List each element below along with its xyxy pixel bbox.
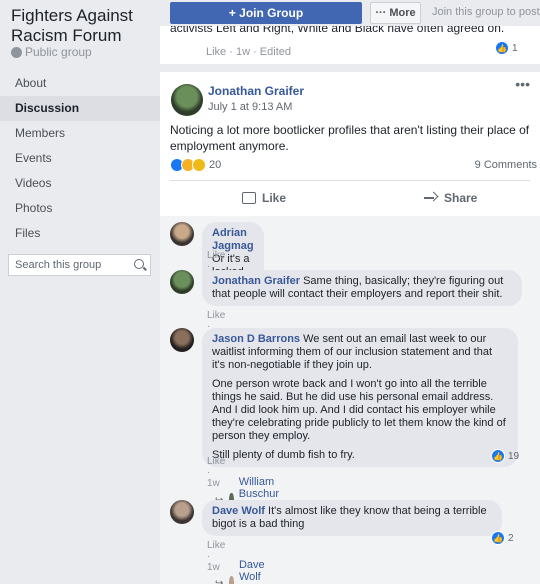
group-name[interactable]: Fighters Against Racism Forum	[11, 6, 157, 46]
post-author[interactable]: Jonathan Graifer	[208, 84, 304, 98]
group-sidebar: Fighters Against Racism Forum Public gro…	[0, 0, 160, 584]
comment-paragraph: Still plenty of dumb fish to fry.	[212, 449, 355, 461]
nav-item-photos[interactable]: Photos	[0, 196, 160, 221]
sad-reaction-icon	[192, 158, 206, 172]
comment-reaction-count[interactable]: 👍 2	[491, 531, 514, 545]
nav-item-about[interactable]: About	[0, 71, 160, 96]
replies-label: Dave Wolf replied · 4 Replies	[238, 559, 279, 584]
group-actions-bar: + Join Group ··· More Join this group to…	[170, 2, 540, 24]
comment-reaction-count[interactable]: 👍 19	[491, 449, 519, 463]
privacy-label: Public group	[25, 45, 92, 59]
divider	[170, 180, 530, 181]
previous-reaction-count[interactable]: 👍 1	[495, 41, 518, 55]
search-icon[interactable]	[134, 259, 144, 269]
avatar[interactable]	[170, 222, 194, 246]
commenter-name[interactable]: Dave Wolf	[212, 505, 265, 517]
share-icon	[424, 192, 438, 204]
group-nav: About Discussion Members Events Videos P…	[0, 71, 160, 246]
nav-item-files[interactable]: Files	[0, 221, 160, 246]
like-reaction-icon: 👍	[491, 449, 505, 463]
post-reactions[interactable]: 20	[170, 158, 221, 172]
more-options-icon[interactable]: •••	[515, 76, 530, 92]
share-button[interactable]: Share	[424, 184, 477, 212]
avatar[interactable]	[170, 328, 194, 352]
globe-icon	[11, 46, 22, 58]
nav-item-videos[interactable]: Videos	[0, 171, 160, 196]
nav-item-discussion[interactable]: Discussion	[0, 96, 160, 121]
comment-paragraph: One person wrote back and I won't go int…	[212, 378, 506, 442]
avatar[interactable]	[170, 500, 194, 524]
nav-item-members[interactable]: Members	[0, 121, 160, 146]
commenter-name[interactable]: Jason D Barrons	[212, 333, 300, 345]
like-reaction-icon: 👍	[495, 41, 509, 55]
post-body: Noticing a lot more bootlicker profiles …	[170, 123, 530, 153]
comment-bubble: Jason D Barrons We sent out an email las…	[202, 328, 518, 467]
group-privacy: Public group	[11, 45, 92, 59]
post-timestamp[interactable]: July 1 at 9:13 AM	[208, 101, 292, 113]
comments-count[interactable]: 9 Comments	[475, 159, 537, 171]
previous-comment-meta[interactable]: Like · 1w · Edited	[206, 46, 291, 58]
search-placeholder: Search this group	[15, 259, 102, 271]
thumbs-up-icon	[242, 192, 256, 204]
previous-post-fragment: activists Left and Right, White and Blac…	[160, 26, 540, 64]
like-reaction-icon: 👍	[491, 531, 505, 545]
reply-arrow-icon: ↪	[215, 577, 224, 584]
more-button[interactable]: ··· More	[370, 2, 421, 24]
commenter-name[interactable]: Adrian Jagmag	[212, 227, 254, 252]
comments-section: Adrian Jagmag Or it's a locked profile. …	[160, 216, 540, 584]
group-search-input[interactable]: Search this group	[8, 254, 151, 276]
comment-bubble: Jonathan Graifer Same thing, basically; …	[202, 270, 522, 306]
replies-link[interactable]: ↪ Dave Wolf replied · 4 Replies	[215, 559, 285, 584]
reaction-count: 20	[209, 159, 222, 171]
join-group-button[interactable]: + Join Group	[170, 2, 362, 24]
join-hint: Join this group to post and	[432, 6, 540, 18]
post-actions: Like Share	[170, 184, 530, 212]
share-label: Share	[444, 191, 478, 205]
post-card: Jonathan Graifer July 1 at 9:13 AM ••• N…	[160, 72, 540, 584]
nav-item-events[interactable]: Events	[0, 146, 160, 171]
comment-bubble: Dave Wolf It's almost like they know tha…	[202, 500, 502, 536]
commenter-name[interactable]: Jonathan Graifer	[212, 275, 300, 287]
avatar[interactable]	[171, 84, 203, 116]
avatar	[229, 576, 234, 584]
avatar[interactable]	[170, 270, 194, 294]
like-label: Like	[262, 191, 287, 205]
previous-comment-text: activists Left and Right, White and Blac…	[170, 26, 505, 35]
like-button[interactable]: Like	[242, 184, 286, 212]
